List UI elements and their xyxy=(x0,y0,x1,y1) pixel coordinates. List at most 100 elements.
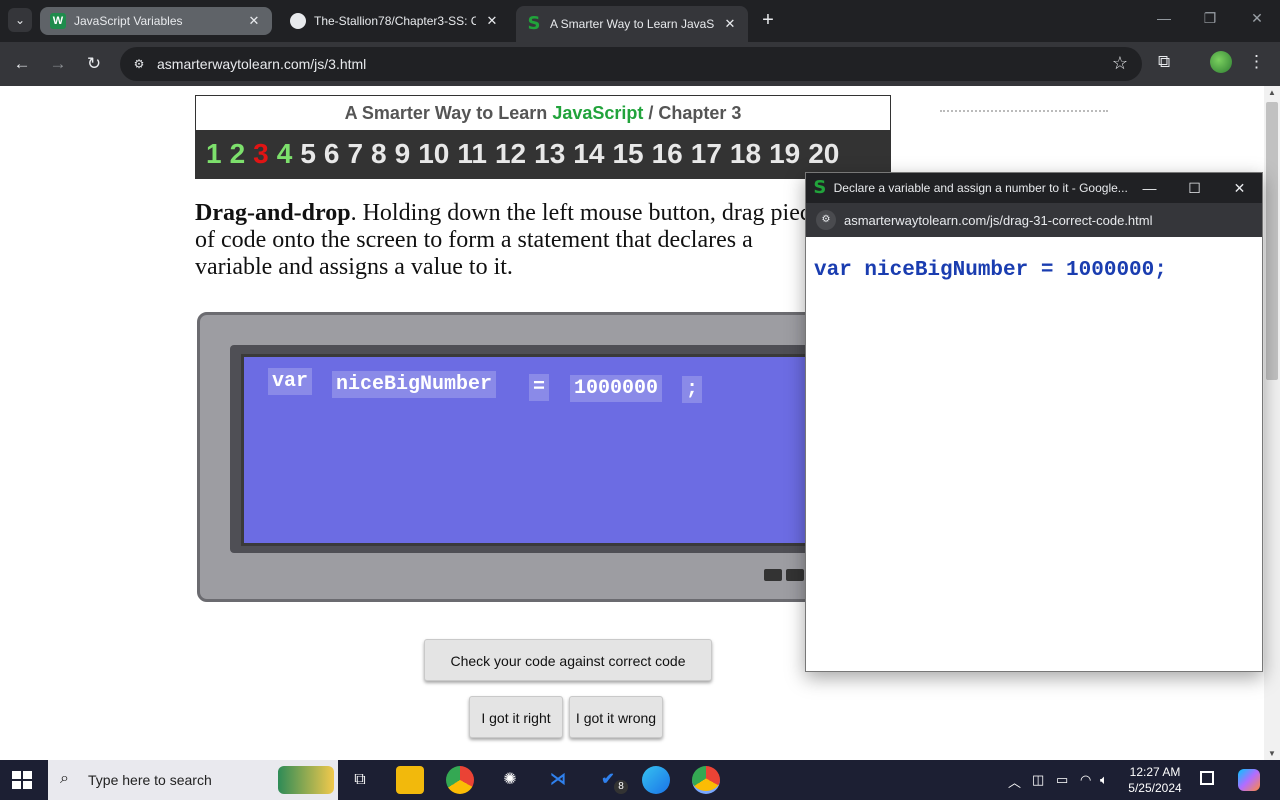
chapter-link-3[interactable]: 3 xyxy=(253,138,269,170)
chapter-link-16[interactable]: 16 xyxy=(652,138,683,170)
chapter-link-13[interactable]: 13 xyxy=(534,138,565,170)
popup-titlebar: S Declare a variable and assign a number… xyxy=(806,173,1262,203)
chrome-icon[interactable] xyxy=(446,766,474,794)
correct-code-text: var niceBigNumber = 1000000; xyxy=(814,259,1167,282)
code-tile-equals[interactable]: = xyxy=(529,374,550,401)
search-icon: ⌕ xyxy=(60,770,69,787)
close-tab-icon[interactable]: ✕ xyxy=(484,13,500,29)
popup-url-text: asmarterwaytolearn.com/js/drag-31-correc… xyxy=(844,212,1153,228)
check-code-button[interactable]: Check your code against correct code xyxy=(424,639,712,681)
popup-address-bar: ⚙ asmarterwaytolearn.com/js/drag-31-corr… xyxy=(806,203,1262,237)
chapter-link-15[interactable]: 15 xyxy=(612,138,643,170)
scroll-up-icon[interactable]: ▲ xyxy=(1268,88,1276,97)
wifi-icon[interactable]: ◠ xyxy=(1080,772,1091,788)
smarter-way-favicon-icon: S xyxy=(527,13,541,34)
menu-kebab-icon[interactable]: ⋮ xyxy=(1248,52,1265,72)
chapter-link-2[interactable]: 2 xyxy=(230,138,246,170)
chapter-link-7[interactable]: 7 xyxy=(347,138,363,170)
new-tab-plus-icon[interactable]: + xyxy=(758,10,778,30)
chapter-link-11[interactable]: 11 xyxy=(457,138,487,170)
profile-avatar[interactable] xyxy=(1210,51,1232,73)
notifications-icon[interactable] xyxy=(1200,771,1214,785)
chapter-link-14[interactable]: 14 xyxy=(573,138,604,170)
github-favicon-icon xyxy=(290,13,306,29)
chapter-nav: 1 2 3 4 5 6 7 8 9 10 11 12 13 14 15 16 17 18 19 20 xyxy=(196,130,890,178)
restore-icon[interactable]: ❐ xyxy=(1200,10,1220,27)
chapter-link-10[interactable]: 10 xyxy=(418,138,449,170)
chapter-link-17[interactable]: 17 xyxy=(691,138,722,170)
chapter-link-20[interactable]: 20 xyxy=(808,138,839,170)
tab-title: A Smarter Way to Learn JavaScr xyxy=(550,17,714,31)
edge-icon[interactable] xyxy=(642,766,670,794)
tab-strip: ⌄ W JavaScript Variables ✕ The-Stallion7… xyxy=(0,0,1280,42)
copilot-icon[interactable] xyxy=(1238,769,1260,791)
bookmark-star-icon[interactable]: ☆ xyxy=(1112,53,1128,74)
browser-toolbar: ← → ↻ ⚙ asmarterwaytolearn.com/js/3.html… xyxy=(0,42,1280,86)
title-prefix: A Smarter Way to Learn xyxy=(344,103,548,123)
chapter-link-8[interactable]: 8 xyxy=(371,138,387,170)
title-chapter: / Chapter 3 xyxy=(648,103,742,123)
tab-github-repo[interactable]: The-Stallion78/Chapter3-SS: Ch ✕ xyxy=(280,6,510,36)
instructions: Drag-and-drop. Holding down the left mou… xyxy=(195,200,835,281)
book-header: A Smarter Way to Learn JavaScript / Chap… xyxy=(195,95,891,179)
popup-body: var niceBigNumber = 1000000; xyxy=(806,237,1262,282)
code-tile-number[interactable]: 1000000 xyxy=(570,375,663,402)
windows-taskbar: ⌕ Type here to search ⧉ ✺ ⋊ ✔ ︿ ◫ ▭ ◠ 🔈︎… xyxy=(0,760,1280,800)
got-it-right-button[interactable]: I got it right xyxy=(469,696,563,738)
url-text: asmarterwaytolearn.com/js/3.html xyxy=(157,56,367,72)
popup-minimize-icon[interactable]: — xyxy=(1127,180,1172,196)
code-tile-variable-name[interactable]: niceBigNumber xyxy=(332,371,497,398)
site-settings-icon[interactable]: ⚙ xyxy=(130,55,148,73)
monitor-buttons xyxy=(764,568,808,582)
reload-icon[interactable]: ↻ xyxy=(82,52,106,76)
close-tab-icon[interactable]: ✕ xyxy=(722,16,738,32)
tab-search-button[interactable]: ⌄ xyxy=(8,8,32,32)
popup-close-icon[interactable]: ✕ xyxy=(1217,180,1262,197)
book-title: A Smarter Way to Learn JavaScript / Chap… xyxy=(196,96,890,130)
page-scrollbar[interactable]: ▲ ▼ xyxy=(1264,86,1280,760)
forward-arrow-icon[interactable]: → xyxy=(46,52,70,76)
meet-now-icon[interactable]: ◫ xyxy=(1032,772,1044,788)
chrome-active-icon[interactable] xyxy=(692,766,720,794)
scroll-down-icon[interactable]: ▼ xyxy=(1268,749,1276,758)
got-it-wrong-button[interactable]: I got it wrong xyxy=(569,696,663,738)
chatgpt-icon[interactable]: ✺ xyxy=(496,766,524,794)
chapter-link-12[interactable]: 12 xyxy=(495,138,526,170)
popup-maximize-icon[interactable]: ☐ xyxy=(1172,180,1217,197)
chapter-link-1[interactable]: 1 xyxy=(206,138,222,170)
code-tile-semicolon[interactable]: ; xyxy=(682,376,703,403)
vscode-icon[interactable]: ⋊ xyxy=(544,766,572,794)
extensions-puzzle-icon[interactable]: ⧉ xyxy=(1158,52,1170,72)
chapter-link-19[interactable]: 19 xyxy=(769,138,800,170)
chapter-link-6[interactable]: 6 xyxy=(324,138,340,170)
tab-smarter-way-active[interactable]: S A Smarter Way to Learn JavaScr ✕ xyxy=(516,6,748,42)
tab-javascript-variables[interactable]: W JavaScript Variables ✕ xyxy=(40,7,272,35)
dotted-divider xyxy=(940,110,1108,112)
address-bar[interactable]: ⚙ asmarterwaytolearn.com/js/3.html ☆ xyxy=(120,47,1142,81)
system-clock[interactable]: 12:27 AM 5/25/2024 xyxy=(1120,764,1190,796)
scroll-thumb[interactable] xyxy=(1266,102,1278,380)
taskbar-search[interactable]: ⌕ Type here to search xyxy=(48,760,338,800)
back-arrow-icon[interactable]: ← xyxy=(10,52,34,76)
code-tile-var[interactable]: var xyxy=(268,368,313,395)
close-window-icon[interactable]: ✕ xyxy=(1247,10,1267,27)
chapter-link-18[interactable]: 18 xyxy=(730,138,761,170)
chapter-link-4[interactable]: 4 xyxy=(277,138,293,170)
tray-chevron-icon[interactable]: ︿ xyxy=(1008,772,1021,791)
w3schools-favicon-icon: W xyxy=(50,13,66,29)
smarter-way-favicon-icon: S xyxy=(813,177,827,198)
close-tab-icon[interactable]: ✕ xyxy=(246,13,262,29)
task-view-icon[interactable]: ⧉ xyxy=(346,766,374,794)
volume-icon[interactable]: 🔈︎ xyxy=(1100,772,1108,788)
title-javascript[interactable]: JavaScript xyxy=(552,103,643,123)
chapter-link-9[interactable]: 9 xyxy=(395,138,411,170)
file-explorer-icon[interactable] xyxy=(396,766,424,794)
minimize-icon[interactable]: — xyxy=(1154,10,1174,26)
site-settings-icon[interactable]: ⚙ xyxy=(816,210,836,230)
search-highlight-icon xyxy=(278,766,334,794)
chapter-link-5[interactable]: 5 xyxy=(300,138,316,170)
windows-start-icon[interactable] xyxy=(12,771,32,789)
battery-icon[interactable]: ▭ xyxy=(1056,772,1068,788)
instructions-lead: Drag-and-drop xyxy=(195,200,351,226)
search-placeholder: Type here to search xyxy=(88,772,212,788)
